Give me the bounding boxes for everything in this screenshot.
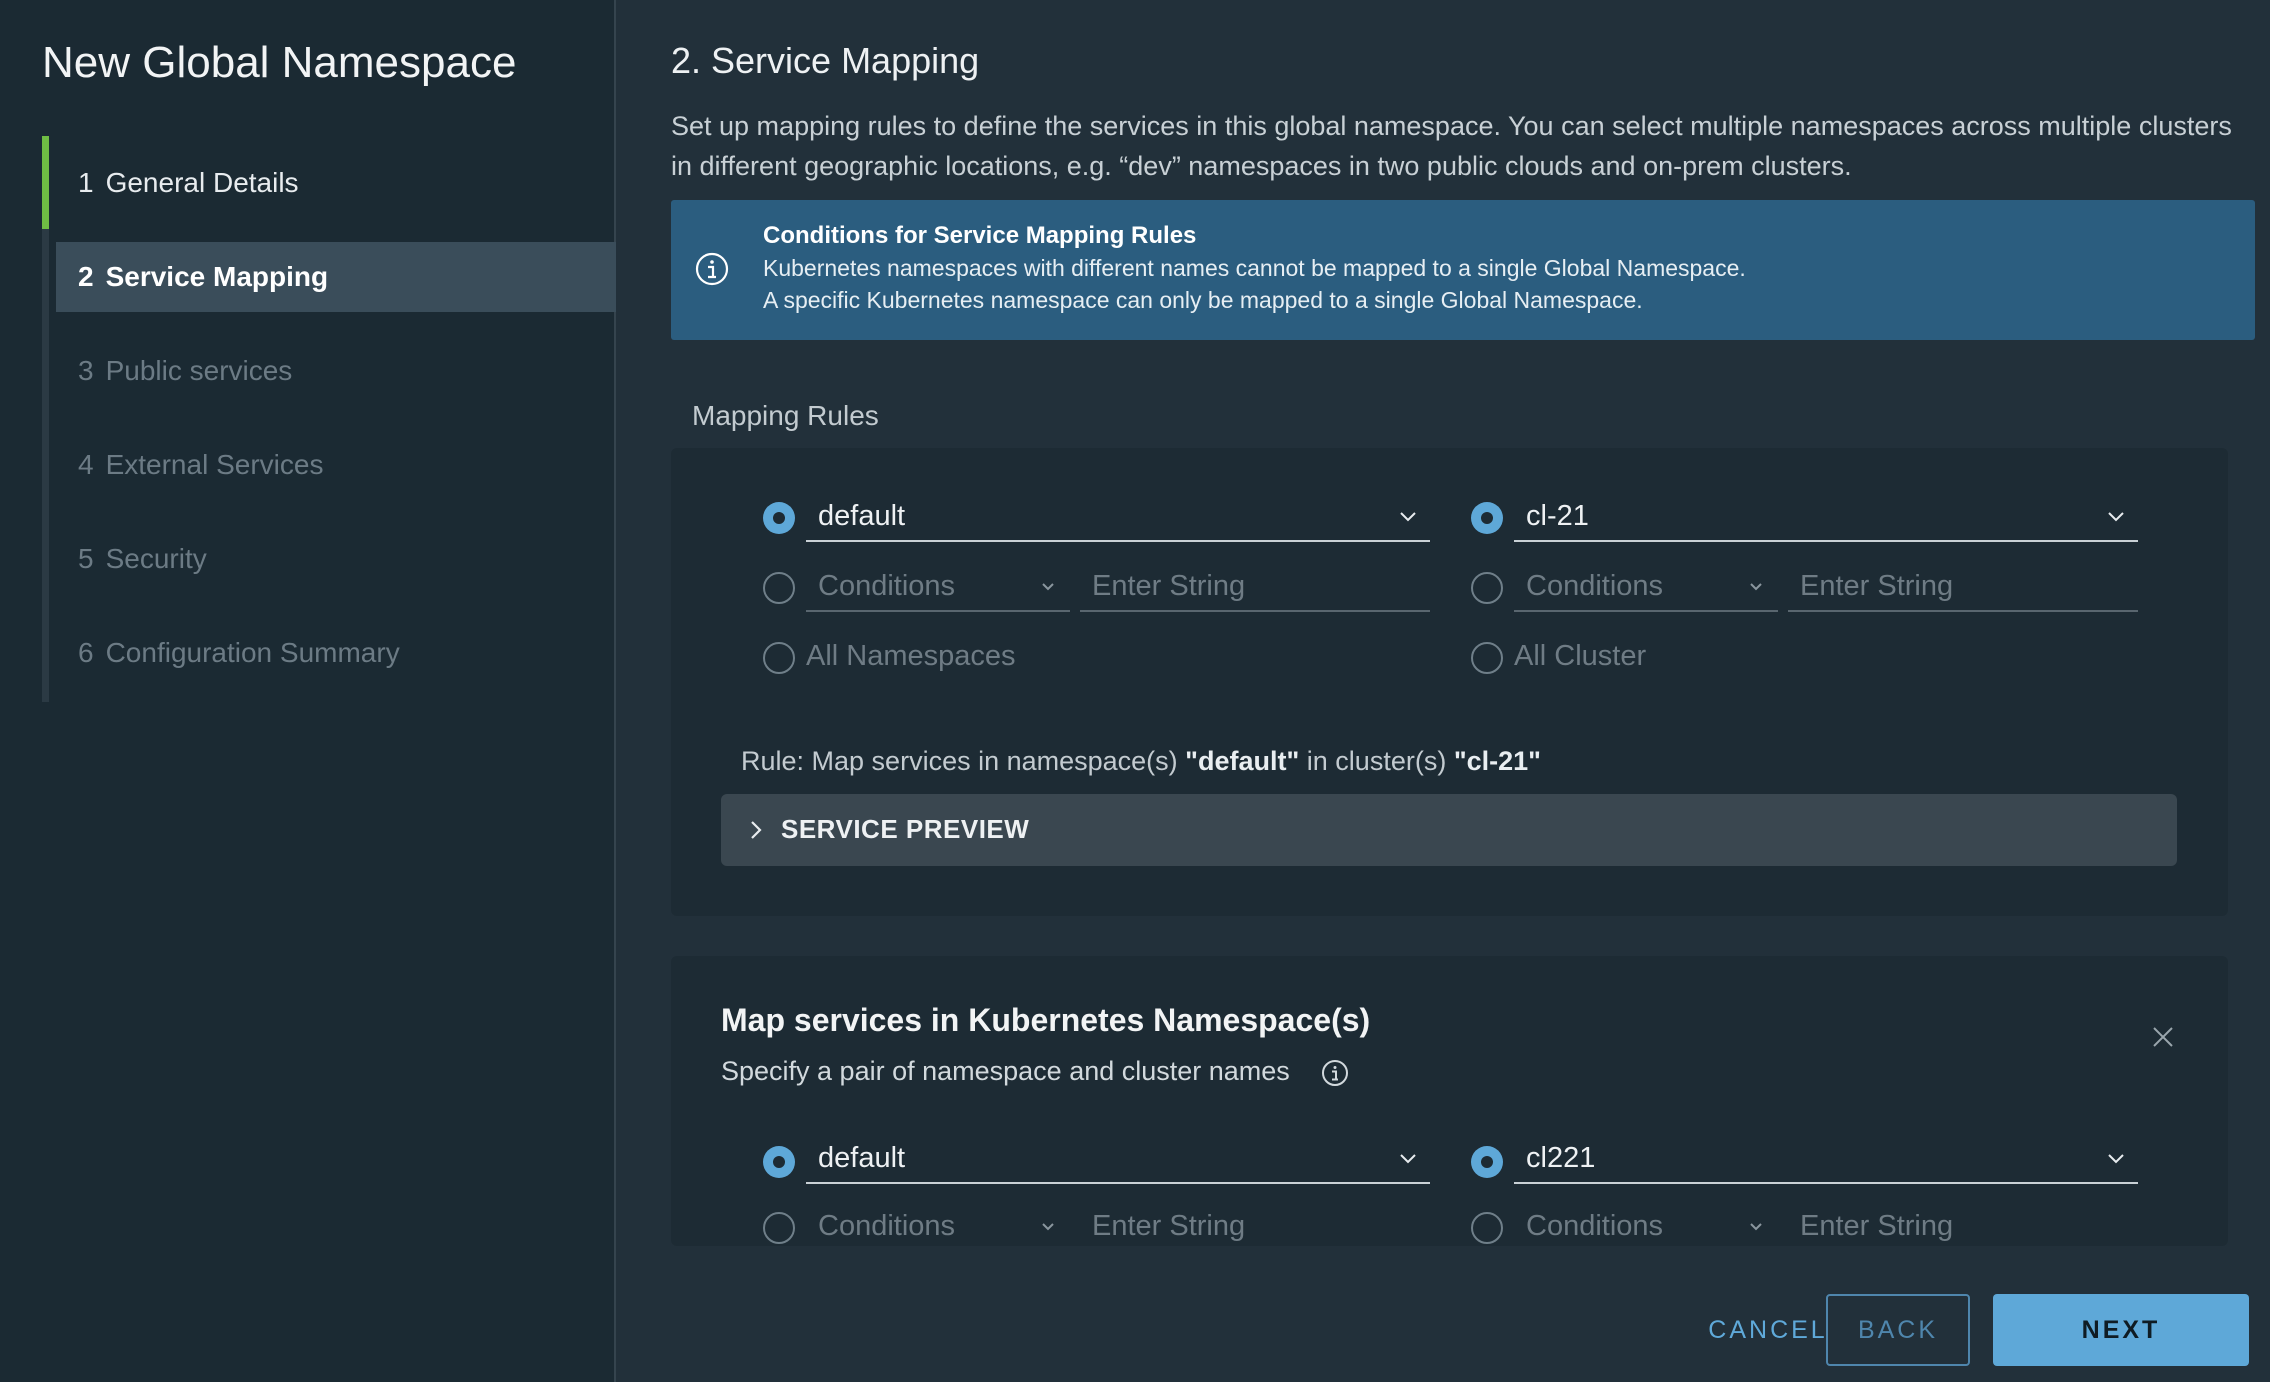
step-service-mapping[interactable]: 2 Service Mapping xyxy=(56,242,616,312)
chevron-down-icon xyxy=(1750,583,1762,591)
mapping-rules-label: Mapping Rules xyxy=(692,400,879,431)
step-configuration-summary: 6 Configuration Summary xyxy=(78,637,400,668)
rule-card-title: Map services in Kubernetes Namespace(s) xyxy=(721,1002,1371,1038)
step-label: Configuration Summary xyxy=(105,637,400,668)
mapping-rule-card: default Conditions Enter String All Name… xyxy=(671,448,2228,916)
namespace-conditions-radio[interactable] xyxy=(763,1212,795,1244)
section-title: 2. Service Mapping xyxy=(671,40,980,81)
step-label: External Services xyxy=(105,449,324,480)
info-icon[interactable] xyxy=(1321,1059,1349,1087)
cluster-select[interactable]: cl-21 xyxy=(1514,494,2138,542)
all-namespaces-radio[interactable] xyxy=(763,642,795,674)
rule-card-subtitle: Specify a pair of namespace and cluster … xyxy=(721,1056,1349,1087)
step-label: Service Mapping xyxy=(105,261,329,292)
chevron-down-icon xyxy=(1400,1154,1416,1164)
step-external-services: 4 External Services xyxy=(78,449,324,480)
step-label: Public services xyxy=(105,355,293,386)
close-icon[interactable] xyxy=(2150,1024,2176,1050)
step-label: Security xyxy=(105,543,207,574)
namespace-conditions-select[interactable]: Conditions xyxy=(806,564,1070,612)
chevron-down-icon xyxy=(2108,512,2124,522)
cluster-select[interactable]: cl221 xyxy=(1514,1136,2138,1184)
cluster-name-radio[interactable] xyxy=(1471,502,1503,534)
rule-summary: Rule: Map services in namespace(s) "defa… xyxy=(741,746,1541,776)
namespace-conditions-select[interactable]: Conditions xyxy=(806,1204,1070,1246)
chevron-down-icon xyxy=(1042,1223,1054,1231)
cluster-enter-string-input[interactable]: Enter String xyxy=(1788,1204,2138,1246)
chevron-down-icon xyxy=(1750,1223,1762,1231)
cluster-conditions-select[interactable]: Conditions xyxy=(1514,564,1778,612)
service-preview-label: SERVICE PREVIEW xyxy=(781,814,1030,844)
namespace-name-radio[interactable] xyxy=(763,1146,795,1178)
banner-title: Conditions for Service Mapping Rules xyxy=(763,222,1197,249)
cluster-enter-string-input[interactable]: Enter String xyxy=(1788,564,2138,612)
cluster-conditions-radio[interactable] xyxy=(1471,1212,1503,1244)
next-button[interactable]: NEXT xyxy=(1993,1294,2249,1366)
all-cluster-label: All Cluster xyxy=(1514,640,1647,672)
namespace-name-radio[interactable] xyxy=(763,502,795,534)
namespace-conditions-radio[interactable] xyxy=(763,572,795,604)
mapping-rule-card-2: Map services in Kubernetes Namespace(s) … xyxy=(671,956,2228,1246)
banner-line-2: A specific Kubernetes namespace can only… xyxy=(763,287,1643,313)
step-general-details[interactable]: 1 General Details xyxy=(56,148,616,218)
cluster-conditions-radio[interactable] xyxy=(1471,572,1503,604)
cluster-name-radio[interactable] xyxy=(1471,1146,1503,1178)
wizard-title: New Global Namespace xyxy=(42,38,517,87)
step-rail-progress xyxy=(42,136,49,229)
info-icon xyxy=(695,252,729,286)
namespace-enter-string-input[interactable]: Enter String xyxy=(1080,564,1430,612)
main-content: 2. Service Mapping Set up mapping rules … xyxy=(618,0,2270,1382)
step-security: 5 Security xyxy=(78,543,207,574)
step-public-services: 3 Public services xyxy=(78,355,293,386)
back-button[interactable]: BACK xyxy=(1826,1294,1970,1366)
service-preview-toggle[interactable]: SERVICE PREVIEW xyxy=(721,794,2177,866)
chevron-down-icon xyxy=(2108,1154,2124,1164)
cluster-conditions-select[interactable]: Conditions xyxy=(1514,1204,1778,1246)
chevron-right-icon xyxy=(751,821,762,839)
all-cluster-radio[interactable] xyxy=(1471,642,1503,674)
section-description: Set up mapping rules to define the servi… xyxy=(671,111,2232,181)
namespace-select[interactable]: default xyxy=(806,1136,1430,1184)
chevron-down-icon xyxy=(1400,512,1416,522)
info-banner: Conditions for Service Mapping Rules Kub… xyxy=(671,200,2255,340)
banner-line-1: Kubernetes namespaces with different nam… xyxy=(763,255,1746,281)
namespace-enter-string-input[interactable]: Enter String xyxy=(1080,1204,1430,1246)
chevron-down-icon xyxy=(1042,583,1054,591)
wizard-sidebar: New Global Namespace 1 General Details 2… xyxy=(0,0,616,1382)
namespace-select[interactable]: default xyxy=(806,494,1430,542)
step-label: General Details xyxy=(105,167,299,198)
all-namespaces-label: All Namespaces xyxy=(806,640,1016,672)
